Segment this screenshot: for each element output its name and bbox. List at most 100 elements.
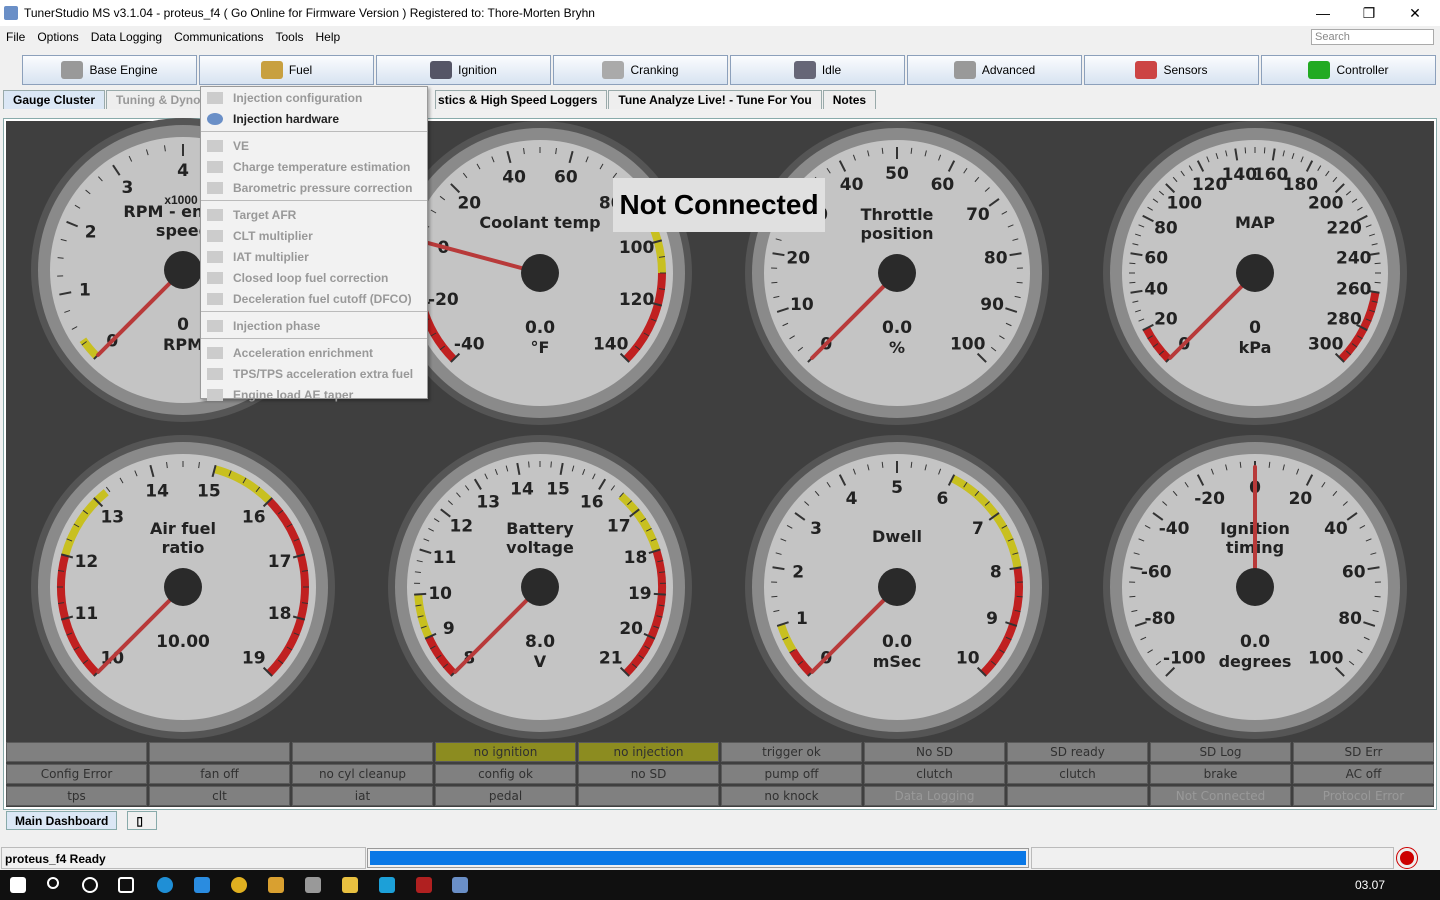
indicator: SD Err	[1293, 742, 1434, 762]
menu-item-label: Deceleration fuel cutoff (DFCO)	[233, 291, 412, 306]
gauge-tick-label: 60	[554, 167, 578, 187]
gauge-tick-label: 220	[1326, 219, 1362, 239]
gauge-units: RPM	[163, 335, 203, 354]
gauge-title: MAP	[1235, 213, 1275, 232]
gauge: 89101112131415161718192021Batteryvoltage…	[388, 435, 692, 739]
gauge-tick-label: -80	[1145, 609, 1176, 629]
edge-icon[interactable]	[157, 877, 173, 893]
status-text: proteus_f4 Ready	[1, 847, 366, 869]
gauge-tick-label: 15	[546, 480, 570, 500]
menu-item[interactable]: Engine load AE taper	[201, 384, 427, 405]
indicator: pedal	[435, 786, 576, 806]
gauge-tick-label: 17	[607, 516, 631, 536]
gauge-tick-label: 20	[619, 619, 643, 639]
menu-item[interactable]: Barometric pressure correction	[201, 177, 427, 198]
gauge-tick-label: 2	[85, 223, 97, 243]
indicator	[1007, 786, 1148, 806]
connection-status-icon[interactable]	[1396, 847, 1418, 869]
chrome-icon[interactable]	[231, 877, 247, 893]
gauge-tick-label: 200	[1308, 193, 1344, 213]
menu-item[interactable]: Acceleration enrichment	[201, 342, 427, 363]
gauge-tick	[910, 461, 913, 468]
indicator	[292, 742, 433, 762]
gauge-tick-label: 3	[810, 519, 822, 539]
gauge-tick-label: 19	[628, 584, 652, 604]
gauge-tick-label: 80	[984, 248, 1008, 268]
gauge-tick-label: 20	[786, 248, 810, 268]
indicator: brake	[1150, 764, 1291, 784]
search-icon[interactable]	[47, 877, 59, 889]
gauge: 0102030405060708090100Throttleposition0.…	[745, 121, 1049, 425]
gauge-tick	[881, 147, 884, 154]
cortana-icon[interactable]	[82, 877, 98, 893]
app-c-icon[interactable]	[379, 877, 395, 893]
menu-item[interactable]: CLT multiplier	[201, 225, 427, 246]
gauge-tick	[57, 257, 64, 259]
not-connected-label: Not Connected	[613, 178, 825, 232]
fuel-dropdown-menu: Injection configuration Injection hardwar…	[200, 86, 428, 402]
indicator: no SD	[578, 764, 719, 784]
menu-item[interactable]: Injection hardware	[201, 108, 427, 129]
gauge-tick-label: 14	[145, 481, 169, 501]
menu-item[interactable]: IAT multiplier	[201, 246, 427, 267]
gauge-title: voltage	[506, 538, 574, 557]
menu-item[interactable]: Injection phase	[201, 315, 427, 336]
app-2016-icon[interactable]	[416, 877, 432, 893]
gauge-tick-label: 20	[1289, 489, 1313, 509]
indicator: No SD	[864, 742, 1005, 762]
gauge-tick-label: 40	[502, 167, 526, 187]
gauge-units: degrees	[1219, 652, 1292, 671]
menu-item[interactable]: Deceleration fuel cutoff (DFCO)	[201, 288, 427, 309]
status-bar: proteus_f4 Ready	[0, 845, 1440, 869]
menu-item[interactable]: Target AFR	[201, 204, 427, 225]
mail-icon[interactable]	[194, 877, 210, 893]
indicator: fan off	[149, 764, 290, 784]
menu-item[interactable]: TPS/TPS acceleration extra fuel	[201, 363, 427, 384]
menu-item-label: Barometric pressure correction	[233, 180, 413, 195]
gauge-tick-label: 60	[1144, 248, 1168, 268]
gauge-tick-label: 140	[593, 335, 629, 355]
gauge: 0204060801001201401601802002202402602803…	[1103, 121, 1407, 425]
gauge-tick-label: 5	[891, 478, 903, 498]
gauge: 012345678910Dwell0.0mSec	[745, 435, 1049, 739]
indicator: no injection	[578, 742, 719, 762]
app-icon[interactable]	[268, 877, 284, 893]
tunerstudio-icon[interactable]	[452, 877, 468, 893]
gauge-tick-label: 100	[1308, 649, 1344, 669]
indicator: clutch	[1007, 764, 1148, 784]
indicator: pump off	[721, 764, 862, 784]
tab-main-dashboard[interactable]: Main Dashboard	[6, 811, 118, 830]
task-view-icon[interactable]	[118, 877, 134, 893]
gauge-tick-label: 18	[268, 604, 292, 624]
new-dashboard-icon[interactable]: ▯	[127, 811, 158, 830]
menu-item[interactable]: Injection configuration	[201, 87, 427, 108]
gauge-tick-label: 12	[449, 516, 473, 536]
gauge-tick-label: 1	[796, 609, 808, 629]
indicator	[6, 742, 147, 762]
gauge: -100-80-60-40-20020406080100Ignitiontimi…	[1103, 435, 1407, 739]
menu-item-icon	[207, 346, 223, 359]
gauge-tick-label: 20	[1154, 309, 1178, 329]
windows-start-icon[interactable]	[10, 877, 26, 893]
gauge-tick-label: -20	[428, 290, 459, 310]
menu-item[interactable]: Closed loop fuel correction	[201, 267, 427, 288]
menu-item-icon	[207, 292, 223, 305]
gauge: -40-20020406080100120140Coolant temp0.0°…	[388, 121, 692, 425]
indicator: Not Connected	[1150, 786, 1291, 806]
indicator: AC off	[1293, 764, 1434, 784]
gauge-units: kPa	[1239, 338, 1272, 357]
indicator: no cyl cleanup	[292, 764, 433, 784]
gauge-tick-label: 60	[1342, 562, 1366, 582]
gauge-tick	[1239, 461, 1242, 468]
file-explorer-icon[interactable]	[342, 877, 358, 893]
gauge-hub	[878, 254, 916, 292]
gauge-tick-label: 7	[972, 519, 984, 539]
menu-item[interactable]: Charge temperature estimation	[201, 156, 427, 177]
gauge-title: Dwell	[872, 527, 922, 546]
indicator: SD ready	[1007, 742, 1148, 762]
gauge-tick-label: 1	[79, 281, 91, 301]
gauge-tick	[881, 461, 884, 468]
gauge-title: Coolant temp	[479, 213, 600, 232]
calculator-icon[interactable]	[305, 877, 321, 893]
menu-item[interactable]: VE	[201, 135, 427, 156]
